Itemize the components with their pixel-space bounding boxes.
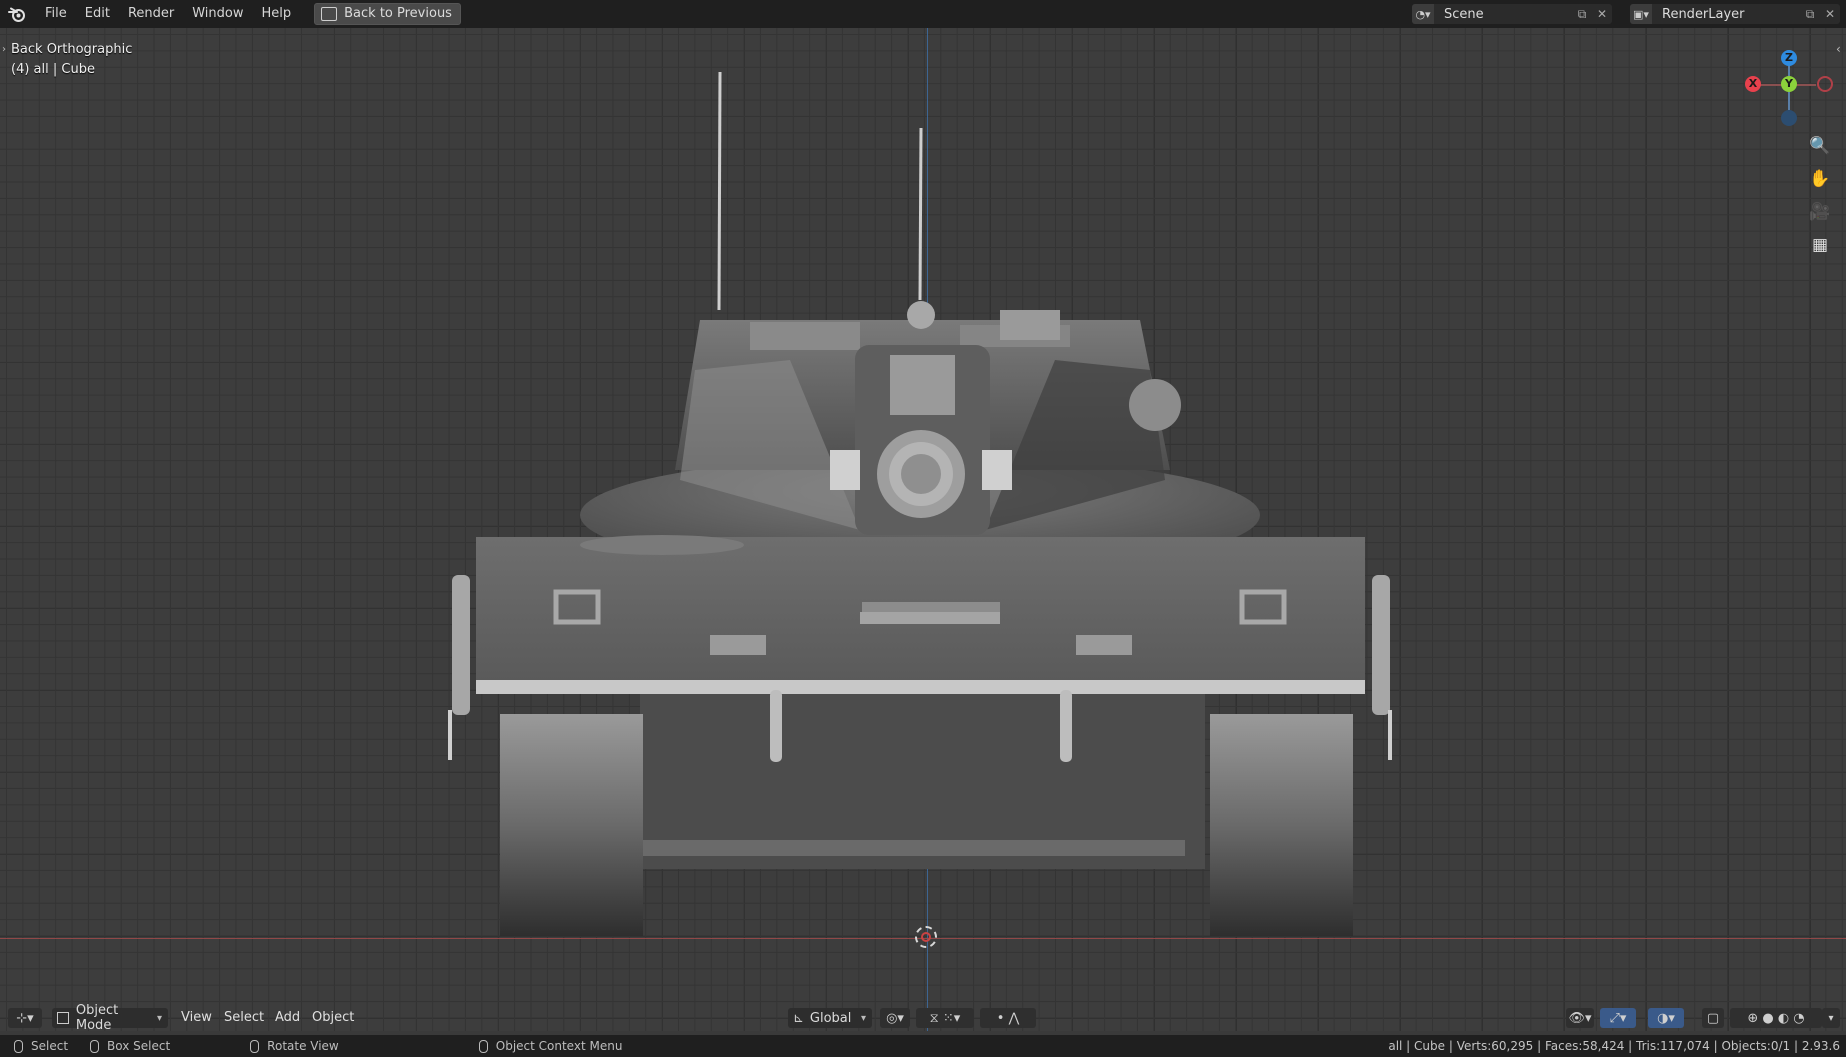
sidebar-expand-icon[interactable]: ‹ — [1836, 42, 1841, 56]
remove-scene-icon[interactable]: ✕ — [1592, 7, 1612, 21]
editor-type-icon[interactable]: ⊹▾ — [8, 1008, 42, 1028]
gizmo-z-icon[interactable]: Z — [1781, 50, 1797, 66]
status-bar: Select Box Select Rotate View Object Con… — [0, 1035, 1846, 1057]
transform-orientation-dropdown[interactable]: ⊾ Global ▾ — [788, 1008, 872, 1028]
pivot-point-icon[interactable]: ◎▾ — [880, 1008, 910, 1028]
header-menu-select[interactable]: Select — [224, 1008, 264, 1028]
mouse-drag-icon — [90, 1039, 100, 1053]
pan-hand-icon[interactable]: ✋ — [1806, 165, 1834, 193]
overlays-icon[interactable]: ◑▾ — [1648, 1008, 1684, 1028]
mouse-left-icon — [14, 1039, 23, 1053]
status-rotate: Rotate View — [267, 1039, 339, 1053]
camera-view-icon[interactable]: 🎥 — [1806, 198, 1834, 226]
object-mode-icon — [57, 1012, 69, 1024]
shading-options-icon[interactable]: ▾ — [1822, 1008, 1840, 1028]
visibility-icon[interactable]: 👁▾ — [1566, 1008, 1594, 1028]
status-select: Select — [31, 1039, 69, 1053]
chevron-down-icon: ▾ — [860, 1012, 866, 1024]
header-menu-view[interactable]: View — [181, 1008, 212, 1028]
mouse-right-icon — [478, 1039, 488, 1053]
menu-window[interactable]: Window — [183, 0, 252, 28]
navigation-gizmo[interactable]: Z Y X — [1740, 38, 1833, 128]
scene-selector[interactable]: ◔▾ Scene ⧉ ✕ — [1412, 4, 1612, 24]
top-bar: File Edit Render Window Help Back to Pre… — [0, 0, 1846, 28]
menu-help[interactable]: Help — [253, 0, 301, 28]
mouse-middle-icon — [250, 1039, 260, 1053]
back-to-previous-button[interactable]: Back to Previous — [314, 3, 461, 25]
object-mode-label: Object Mode — [75, 1003, 119, 1031]
object-mode-dropdown[interactable]: Object Mode ▾ — [52, 1003, 168, 1031]
renderlayer-icon[interactable]: ▣▾ — [1630, 4, 1652, 24]
scene-name[interactable]: Scene — [1434, 7, 1572, 22]
new-layer-icon[interactable]: ⧉ — [1800, 7, 1820, 22]
remove-layer-icon[interactable]: ✕ — [1820, 7, 1840, 21]
xray-icon[interactable]: ▢ — [1702, 1008, 1724, 1028]
menu-edit[interactable]: Edit — [76, 0, 119, 28]
3d-viewport[interactable]: › Back Orthographic (4) all | Cube Z Y X… — [0, 28, 1846, 1031]
scene-icon[interactable]: ◔▾ — [1412, 4, 1434, 24]
status-box-select: Box Select — [107, 1039, 171, 1053]
back-to-previous-label: Back to Previous — [344, 6, 452, 21]
menu-render[interactable]: Render — [119, 0, 183, 28]
new-scene-icon[interactable]: ⧉ — [1572, 7, 1592, 22]
tank-model[interactable] — [0, 28, 1846, 1031]
proportional-edit-icon[interactable]: • ⋀ — [980, 1008, 1036, 1028]
chevron-down-icon: ▾ — [156, 1012, 162, 1024]
gizmo-toggle-icon[interactable]: ⤢▾ — [1600, 1008, 1636, 1028]
render-layer-name[interactable]: RenderLayer — [1652, 7, 1800, 22]
orientation-label: Global — [809, 1010, 852, 1026]
header-menu-add[interactable]: Add — [275, 1008, 300, 1028]
scene-statistics: all | Cube | Verts:60,295 | Faces:58,424… — [1388, 1039, 1840, 1053]
snap-icon[interactable]: ⧖ ⁙▾ — [916, 1008, 974, 1028]
viewport-header: ⊹▾ Object Mode ▾ View Select Add Object … — [0, 1001, 1846, 1031]
status-context-menu: Object Context Menu — [495, 1039, 623, 1053]
header-menu-object[interactable]: Object — [312, 1008, 354, 1028]
viewport-nav-tools: 🔍 ✋ 🎥 ▦ — [1806, 132, 1836, 264]
blender-logo-icon[interactable] — [8, 5, 26, 23]
3d-cursor-icon[interactable] — [915, 926, 937, 948]
gizmo-x-icon[interactable]: X — [1745, 76, 1761, 92]
render-layer-selector[interactable]: ▣▾ RenderLayer ⧉ ✕ — [1630, 4, 1840, 24]
menu-file[interactable]: File — [36, 0, 76, 28]
screen-back-icon — [321, 7, 338, 21]
shading-modes-icon[interactable]: ⊕ ● ◐ ◔ — [1730, 1008, 1822, 1028]
gizmo-neg-x-icon[interactable] — [1817, 76, 1833, 92]
zoom-icon[interactable]: 🔍 — [1806, 132, 1834, 160]
gizmo-y-icon[interactable]: Y — [1781, 76, 1797, 92]
orientation-icon: ⊾ — [793, 1010, 804, 1026]
gizmo-neg-z-icon[interactable] — [1781, 110, 1797, 126]
perspective-grid-icon[interactable]: ▦ — [1806, 231, 1834, 259]
